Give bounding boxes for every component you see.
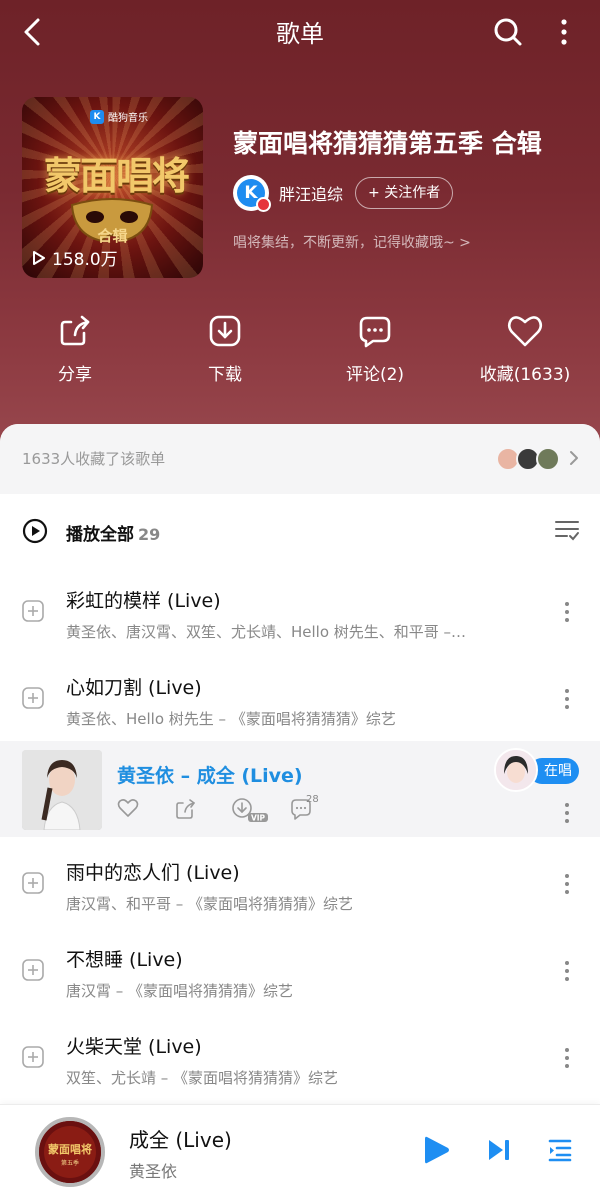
share-label: 分享	[58, 365, 92, 385]
player-song-title: 成全 (Live)	[129, 1128, 232, 1152]
author-avatar[interactable]: K	[233, 175, 271, 212]
play-outline-icon	[33, 250, 45, 265]
action-bar: 分享 下载 评论(2) 收藏(1633)	[0, 314, 600, 394]
playlist-title: 蒙面唱将猜猜猜第五季 合辑	[233, 129, 542, 158]
song-row[interactable]: 雨中的恋人们 (Live) 唐汉霄、和平哥 – 《蒙面唱将猜猜猜》综艺	[0, 842, 600, 929]
fan-avatar	[536, 447, 560, 471]
share-icon	[60, 315, 90, 346]
next-track-icon[interactable]	[487, 1138, 511, 1162]
search-icon[interactable]	[492, 16, 524, 48]
mini-player[interactable]: 蒙面唱将 第五季 成全 (Live) 黄圣依	[0, 1104, 600, 1204]
download-button[interactable]: 下载	[165, 314, 285, 385]
follow-author-button[interactable]: + 关注作者	[355, 177, 454, 209]
song-row[interactable]: 火柴天堂 (Live) 双笙、尤长靖 – 《蒙面唱将猜猜猜》综艺	[0, 1016, 600, 1103]
song-title: 心如刀割 (Live)	[66, 677, 202, 699]
song-title: 不想睡 (Live)	[66, 949, 183, 971]
cover-logo-text: 蒙面唱将	[43, 153, 190, 198]
play-count: 158.0万	[32, 245, 118, 270]
top-bar: 歌单	[0, 0, 600, 64]
more-vertical-icon[interactable]	[562, 801, 572, 825]
more-vertical-icon[interactable]	[562, 872, 572, 896]
play-all-button[interactable]: 播放全部 29	[66, 520, 160, 545]
favorite-label: 收藏(1633)	[479, 365, 571, 385]
comment-icon	[359, 316, 391, 348]
favorites-row[interactable]: 1633人收藏了该歌单	[0, 424, 600, 494]
album-art: 蒙面唱将 第五季	[39, 1121, 101, 1183]
playlist-queue-icon[interactable]	[548, 1138, 572, 1162]
player-artist: 黄圣依	[129, 1162, 178, 1181]
play-all-label: 播放全部	[66, 525, 134, 545]
play-circle-icon	[22, 518, 48, 544]
song-artists: 唐汉霄 – 《蒙面唱将猜猜猜》综艺	[66, 982, 294, 1000]
album-disc[interactable]: 蒙面唱将 第五季	[35, 1117, 105, 1187]
more-vertical-icon[interactable]	[562, 600, 572, 624]
song-artists: 黄圣依、唐汉霄、双笙、尤长靖、Hello 树先生、和平哥 –…	[66, 623, 467, 641]
share-button[interactable]: 分享	[15, 314, 135, 385]
song-row[interactable]: 不想睡 (Live) 唐汉霄 – 《蒙面唱将猜猜猜》综艺	[0, 929, 600, 1016]
more-vertical-icon[interactable]	[552, 16, 576, 48]
more-vertical-icon[interactable]	[562, 687, 572, 711]
song-title: 雨中的恋人们 (Live)	[66, 862, 240, 884]
vip-label: VIP	[251, 814, 266, 823]
song-title: 火柴天堂 (Live)	[66, 1036, 202, 1058]
song-title: 彩虹的模样 (Live)	[66, 590, 221, 612]
play-icon[interactable]	[424, 1135, 450, 1165]
song-row[interactable]: 心如刀割 (Live) 黄圣依、Hello 树先生 – 《蒙面唱将猜猜猜》综艺	[0, 657, 600, 744]
favorite-button[interactable]: 收藏(1633)	[465, 314, 585, 385]
song-thumbnail	[22, 750, 102, 830]
more-vertical-icon[interactable]	[562, 1046, 572, 1070]
author-row: K 胖汪追综 + 关注作者	[233, 175, 454, 212]
heart-icon	[507, 316, 543, 347]
singer-photo	[22, 750, 102, 830]
live-singer-avatar[interactable]	[494, 748, 538, 792]
play-all-row[interactable]: 播放全部 29	[0, 506, 600, 556]
playlist-description[interactable]: 唱将集结，不断更新，记得收藏哦~ >	[233, 232, 471, 252]
add-icon[interactable]	[22, 600, 44, 622]
verified-badge-icon	[256, 197, 271, 212]
song-artists: 双笙、尤长靖 – 《蒙面唱将猜猜猜》综艺	[66, 1069, 339, 1087]
disc-logo-text: 蒙面唱将	[48, 1142, 92, 1156]
playlist-cover[interactable]: K 酷狗音乐 蒙面唱将 合辑 158.0万	[22, 97, 203, 278]
add-icon[interactable]	[22, 1046, 44, 1068]
add-icon[interactable]	[22, 959, 44, 981]
like-icon[interactable]	[117, 798, 139, 818]
song-artists: 黄圣依、Hello 树先生 – 《蒙面唱将猜猜猜》综艺	[66, 710, 396, 728]
cover-tag: 合辑	[97, 227, 128, 245]
cover-brand-label: 酷狗音乐	[108, 113, 148, 124]
song-artists: 唐汉霄、和平哥 – 《蒙面唱将猜猜猜》综艺	[66, 895, 354, 913]
song-row[interactable]: 彩虹的模样 (Live) 黄圣依、唐汉霄、双笙、尤长靖、Hello 树先生、和平…	[0, 570, 600, 657]
comment-button[interactable]: 评论(2)	[315, 314, 435, 385]
play-count-value: 158.0万	[52, 250, 118, 270]
add-icon[interactable]	[22, 872, 44, 894]
multi-select-icon[interactable]	[554, 518, 580, 542]
download-vip-icon[interactable]: VIP	[232, 798, 270, 822]
download-icon	[209, 315, 241, 347]
disc-sub-text: 第五季	[61, 1159, 79, 1167]
add-icon[interactable]	[22, 687, 44, 709]
comment-count: 28	[306, 794, 319, 805]
singer-avatar-image	[496, 750, 536, 790]
comment-label: 评论(2)	[345, 365, 405, 385]
share-icon[interactable]	[175, 798, 197, 820]
more-vertical-icon[interactable]	[562, 959, 572, 983]
favorites-text: 1633人收藏了该歌单	[22, 450, 166, 468]
song-count: 29	[138, 525, 161, 544]
cover-brand: K 酷狗音乐	[90, 109, 148, 124]
author-name[interactable]: 胖汪追综	[279, 181, 343, 205]
chevron-right-icon	[570, 451, 578, 465]
kugou-logo-icon: K	[90, 109, 104, 124]
song-title: 黄圣依 – 成全 (Live)	[117, 765, 303, 787]
download-label: 下载	[208, 365, 242, 385]
